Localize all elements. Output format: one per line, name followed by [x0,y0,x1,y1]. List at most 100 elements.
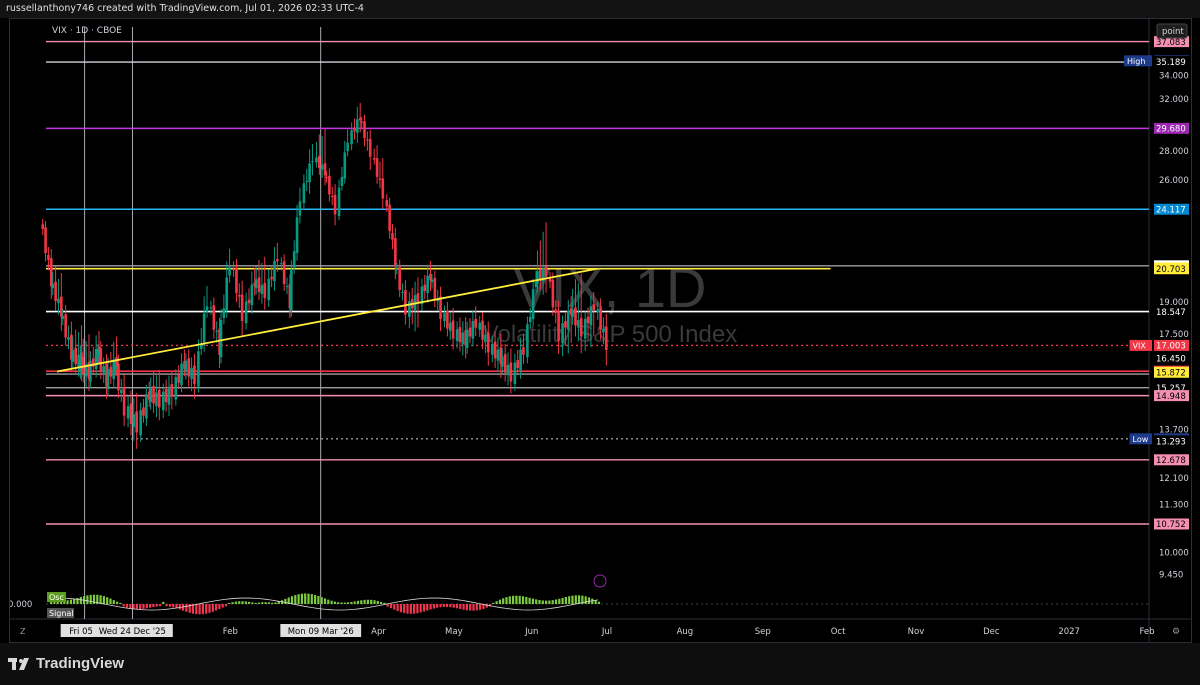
indicator-bar [584,596,587,604]
indicator-bar [498,599,501,604]
indicator-bar [125,604,129,608]
y-tick-label: 17.500 [1159,330,1189,340]
x-tick-label: Jun [524,627,538,637]
indicator-bar [558,598,561,604]
candle-body [161,391,165,411]
indicator-legend-osc: Osc [49,593,64,602]
indicator-bar [370,599,373,604]
candle-body [119,389,123,393]
y-tick-label: 9.450 [1159,570,1183,580]
indicator-bar [314,594,317,604]
candle-body [232,268,235,271]
candle-body [516,360,520,368]
header-credit: russellanthony746 created with TradingVi… [6,3,364,14]
indicator-bar [257,602,261,604]
candle-body [561,323,564,344]
level-badge-label: 35.189 [1156,58,1186,68]
candle-body [350,130,353,145]
candle-body [79,359,82,372]
candle-body [474,318,478,328]
indicator-bar [198,604,201,615]
candle-body [605,326,608,351]
candle-body [375,158,379,177]
indicator-bar [554,599,558,604]
candle-body [193,365,196,385]
indicator-bar [462,604,465,610]
candle-body [372,158,376,160]
chart-svg[interactable]: VIX, 1DVolatility S&P 500 IndexVIX · 1D … [10,19,1191,642]
candle-body [96,350,100,358]
candle-body [219,319,223,358]
indicator-bar [571,595,574,604]
indicator-bar [66,600,69,604]
indicator-bar [436,604,439,608]
indicator-bar [422,604,426,612]
gear-icon: ⚙ [1172,627,1180,637]
candle-body [89,360,92,382]
candle-body [378,178,382,180]
candle-body [592,304,596,311]
indicator-bar [452,604,455,608]
indicator-bar [432,604,435,609]
y-tick-label: 32.000 [1159,95,1189,105]
indicator-bar [442,604,445,607]
candle-body [443,313,446,322]
indicator-bar [294,595,297,604]
indicator-bar [79,597,82,604]
candle-body [337,187,341,217]
indicator-bar [446,604,449,607]
indicator-bar [541,600,544,604]
indicator-bar [112,600,115,604]
candle-body [51,283,55,289]
candle-body [398,266,401,291]
indicator-bar [574,595,577,604]
candle-body [330,196,334,198]
indicator-bar [267,602,270,604]
indicator-bar [129,604,132,609]
indicator-bar [472,604,475,611]
chart-frame: VIX, 1D Volatility S&P 500 Index VIX · 1D … [9,18,1192,643]
candle-body [577,319,580,328]
candle-body [71,350,75,362]
candle-body [237,295,241,297]
candle-body [579,317,583,337]
candle-body [551,279,555,308]
candle-body [202,313,206,346]
indicator-bar [109,598,112,604]
candle-body [305,180,309,182]
candle-body [448,322,452,331]
indicator-bar [459,604,462,610]
candle-body [139,410,142,436]
candle-body [132,414,136,427]
candle-body [152,385,155,404]
indicator-bar [502,598,505,604]
candle-body [366,139,369,141]
candle-body [328,175,331,195]
indicator-bar [307,593,310,604]
indicator-bar [139,604,142,610]
candle-body [363,121,366,139]
candle-body [526,324,529,358]
candle-body [57,298,60,304]
candle-body [589,306,593,326]
indicator-bar [389,604,393,609]
candle-body [106,369,110,390]
indicator-bar [224,604,228,607]
indicator-bar [142,604,145,609]
indicator-bar [264,602,267,604]
indicator-bar [172,604,175,608]
y-tick-label: 11.300 [1159,501,1189,511]
indicator-bar [228,602,231,604]
candle-body [340,176,344,186]
x-highlight-label: Wed 24 Dec '25 [99,627,166,637]
indicator-bar [221,604,224,608]
indicator-bar [578,595,581,604]
x-tick-label: Jul [601,627,612,637]
level-badge-label: 18.547 [1156,308,1186,318]
candle-body [117,363,120,391]
candle-body [209,307,213,309]
level-badge-label: 29.680 [1156,125,1186,135]
indicator-bar [333,601,336,604]
candle-body [599,307,602,330]
indicator-bar [165,604,168,607]
